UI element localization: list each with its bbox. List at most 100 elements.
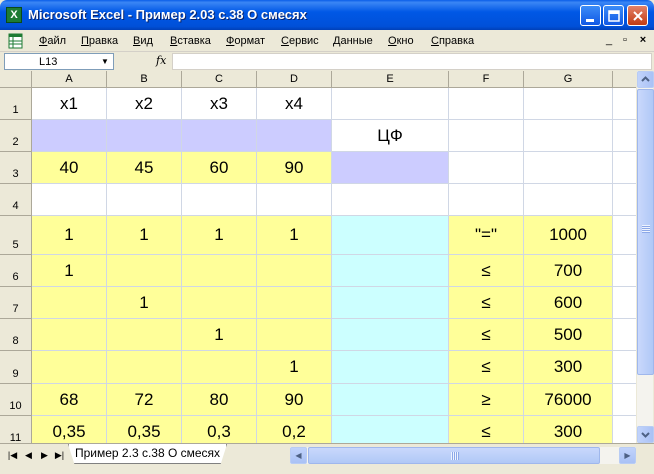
maximize-button[interactable] xyxy=(603,5,624,26)
cell-d1[interactable]: x4 xyxy=(257,88,332,120)
doc-close-button[interactable]: × xyxy=(636,33,650,47)
cell-partial[interactable] xyxy=(613,255,636,287)
menu-tools[interactable]: Сервис xyxy=(281,35,319,47)
cell-b1[interactable]: x2 xyxy=(107,88,182,120)
row-header-8[interactable]: 8 xyxy=(0,319,32,351)
scroll-right-button[interactable]: ▶ xyxy=(619,447,636,464)
cell-b7[interactable]: 1 xyxy=(107,287,182,319)
name-box[interactable]: L13 ▼ xyxy=(4,53,114,70)
cell-e6[interactable] xyxy=(332,255,449,287)
cell-a11[interactable]: 0,35 xyxy=(32,416,107,443)
cell-f7[interactable]: ≤ xyxy=(449,287,524,319)
cell-d10[interactable]: 90 xyxy=(257,384,332,416)
first-sheet-button[interactable]: |◀ xyxy=(6,448,19,462)
cell-e11[interactable] xyxy=(332,416,449,443)
prev-sheet-button[interactable]: ◀ xyxy=(22,448,35,462)
scroll-down-button[interactable] xyxy=(637,426,654,443)
cell-g11[interactable]: 300 xyxy=(524,416,613,443)
cell-b9[interactable] xyxy=(107,351,182,384)
menu-file[interactable]: Файл xyxy=(39,35,66,47)
row-header-5[interactable]: 5 xyxy=(0,216,32,255)
cell-c9[interactable] xyxy=(182,351,257,384)
cell-c6[interactable] xyxy=(182,255,257,287)
cell-e9[interactable] xyxy=(332,351,449,384)
menu-format[interactable]: Формат xyxy=(226,35,265,47)
cell-g2[interactable] xyxy=(524,120,613,152)
cell-g7[interactable]: 600 xyxy=(524,287,613,319)
menu-help[interactable]: Справка xyxy=(431,35,474,47)
insert-function-icon[interactable]: fx xyxy=(156,54,166,67)
cell-a5[interactable]: 1 xyxy=(32,216,107,255)
cell-partial[interactable] xyxy=(613,384,636,416)
cell-g3[interactable] xyxy=(524,152,613,184)
cell-partial[interactable] xyxy=(613,216,636,255)
excel-icon[interactable]: X xyxy=(6,7,22,23)
column-header-d[interactable]: D xyxy=(257,71,332,88)
sheet-tab-active[interactable]: Пример 2.3 с.38 О смесях xyxy=(68,444,228,464)
menu-view[interactable]: Вид xyxy=(133,35,153,47)
cell-e3[interactable] xyxy=(332,152,449,184)
column-header-e[interactable]: E xyxy=(332,71,449,88)
cell-e5[interactable] xyxy=(332,216,449,255)
cell-b8[interactable] xyxy=(107,319,182,351)
cell-f4[interactable] xyxy=(449,184,524,216)
cell-c2[interactable] xyxy=(182,120,257,152)
cell-b11[interactable]: 0,35 xyxy=(107,416,182,443)
cell-c4[interactable] xyxy=(182,184,257,216)
cell-e2[interactable]: ЦФ xyxy=(332,120,449,152)
menu-data[interactable]: Данные xyxy=(333,35,373,47)
cell-partial[interactable] xyxy=(613,152,636,184)
workbook-icon[interactable] xyxy=(8,33,26,49)
cell-c10[interactable]: 80 xyxy=(182,384,257,416)
cell-g1[interactable] xyxy=(524,88,613,120)
menu-insert[interactable]: Вставка xyxy=(170,35,211,47)
cell-b4[interactable] xyxy=(107,184,182,216)
cell-c7[interactable] xyxy=(182,287,257,319)
row-header-10[interactable]: 10 xyxy=(0,384,32,416)
column-header-c[interactable]: C xyxy=(182,71,257,88)
cell-b5[interactable]: 1 xyxy=(107,216,182,255)
cell-g10[interactable]: 76000 xyxy=(524,384,613,416)
cell-g8[interactable]: 500 xyxy=(524,319,613,351)
menu-edit[interactable]: Правка xyxy=(81,35,118,47)
cell-d9[interactable]: 1 xyxy=(257,351,332,384)
cell-partial[interactable] xyxy=(613,184,636,216)
cell-b3[interactable]: 45 xyxy=(107,152,182,184)
select-all-corner[interactable] xyxy=(0,71,32,88)
cell-d6[interactable] xyxy=(257,255,332,287)
cell-f1[interactable] xyxy=(449,88,524,120)
next-sheet-button[interactable]: ▶ xyxy=(38,448,51,462)
cell-b6[interactable] xyxy=(107,255,182,287)
vertical-scroll-thumb[interactable] xyxy=(637,89,654,375)
cell-d11[interactable]: 0,2 xyxy=(257,416,332,443)
cell-e1[interactable] xyxy=(332,88,449,120)
cell-d5[interactable]: 1 xyxy=(257,216,332,255)
cell-a3[interactable]: 40 xyxy=(32,152,107,184)
doc-minimize-button[interactable]: _ xyxy=(602,33,616,47)
scroll-up-button[interactable] xyxy=(637,71,654,88)
cell-b2[interactable] xyxy=(107,120,182,152)
cell-f8[interactable]: ≤ xyxy=(449,319,524,351)
cell-f9[interactable]: ≤ xyxy=(449,351,524,384)
cell-partial[interactable] xyxy=(613,351,636,384)
row-header-11[interactable]: 11 xyxy=(0,416,32,443)
horizontal-scrollbar[interactable]: ◀ ▶ xyxy=(290,447,636,464)
cell-e7[interactable] xyxy=(332,287,449,319)
cell-f11[interactable]: ≤ xyxy=(449,416,524,443)
cell-a10[interactable]: 68 xyxy=(32,384,107,416)
row-header-9[interactable]: 9 xyxy=(0,351,32,384)
cell-f10[interactable]: ≥ xyxy=(449,384,524,416)
scroll-left-button[interactable]: ◀ xyxy=(290,447,307,464)
cell-partial[interactable] xyxy=(613,120,636,152)
cell-g4[interactable] xyxy=(524,184,613,216)
cell-c8[interactable]: 1 xyxy=(182,319,257,351)
column-header-partial[interactable] xyxy=(613,71,636,88)
cell-a1[interactable]: x1 xyxy=(32,88,107,120)
last-sheet-button[interactable]: ▶| xyxy=(53,448,66,462)
chevron-down-icon[interactable]: ▼ xyxy=(99,56,111,68)
cell-g6[interactable]: 700 xyxy=(524,255,613,287)
row-header-3[interactable]: 3 xyxy=(0,152,32,184)
cell-a6[interactable]: 1 xyxy=(32,255,107,287)
column-header-f[interactable]: F xyxy=(449,71,524,88)
cell-d2[interactable] xyxy=(257,120,332,152)
